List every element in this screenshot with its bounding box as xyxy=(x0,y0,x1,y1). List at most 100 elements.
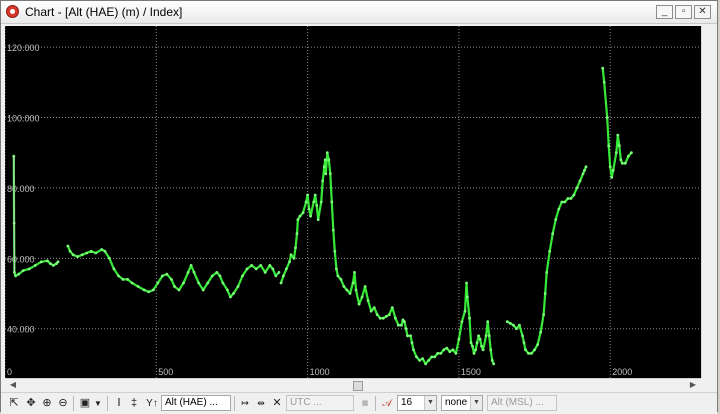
close-button[interactable]: ✕ xyxy=(694,5,711,19)
data-point xyxy=(156,281,160,285)
data-point xyxy=(325,151,329,155)
data-point xyxy=(312,200,316,204)
data-point xyxy=(630,151,633,155)
x-reset-icon[interactable]: ✕ xyxy=(270,396,284,411)
data-point xyxy=(52,264,55,267)
y-series-icon[interactable]: Y↑ xyxy=(143,396,161,411)
horizontal-scrollbar[interactable]: ◀ ▶ xyxy=(5,378,701,391)
data-point xyxy=(415,355,418,359)
data-point xyxy=(601,66,605,70)
data-point xyxy=(121,278,125,281)
data-point xyxy=(351,281,355,285)
symbol-size-selector[interactable]: 16 ▼ xyxy=(397,395,437,411)
data-point xyxy=(607,144,611,148)
data-point xyxy=(279,281,283,285)
data-point xyxy=(130,281,134,285)
data-point xyxy=(94,251,98,255)
line-style-selector[interactable]: none ▼ xyxy=(441,395,483,411)
y-axis-tool-icon[interactable]: Ⅰ xyxy=(113,396,125,411)
data-point xyxy=(245,267,249,271)
data-point xyxy=(487,334,491,338)
data-point xyxy=(226,288,229,292)
chart-plot-area[interactable]: 0 500 1000 1500 2000 40.000 60.000 80.000 100.00… xyxy=(4,26,701,378)
symbol-icon[interactable]: ▦ xyxy=(357,396,373,411)
data-point xyxy=(189,264,193,267)
scroll-right-arrow-icon[interactable]: ▶ xyxy=(687,379,699,390)
x-fit-icon[interactable]: ⇹ xyxy=(254,396,268,411)
x-range-icon[interactable]: ↦ xyxy=(238,396,252,411)
data-point xyxy=(315,204,319,207)
data-point xyxy=(259,264,263,267)
data-point xyxy=(406,334,409,338)
restore-button[interactable]: ▫ xyxy=(675,5,692,19)
data-point xyxy=(418,359,421,362)
data-point xyxy=(433,355,437,359)
data-point xyxy=(363,285,367,288)
data-point xyxy=(294,246,297,250)
data-point xyxy=(345,288,349,292)
scroll-left-arrow-icon[interactable]: ◀ xyxy=(7,379,19,390)
data-point xyxy=(268,264,272,267)
data-point xyxy=(610,176,614,179)
select-tool-icon[interactable]: ⇱ xyxy=(7,396,21,411)
data-point xyxy=(353,271,356,274)
y-tick-label: 120.000 xyxy=(7,43,40,53)
minimize-button[interactable]: _ xyxy=(656,5,673,19)
data-point xyxy=(285,267,288,271)
data-point xyxy=(333,249,337,253)
font-style-icon[interactable]: 𝒜 xyxy=(379,396,395,411)
data-point xyxy=(569,197,573,200)
data-point xyxy=(323,158,327,162)
data-point xyxy=(271,267,275,271)
data-point xyxy=(39,260,43,264)
data-point xyxy=(108,256,111,260)
time-format-selector[interactable]: UTC ... xyxy=(286,395,354,411)
app-icon xyxy=(6,5,19,18)
data-point xyxy=(165,272,169,276)
zoom-out-icon[interactable]: ⊖ xyxy=(56,396,70,411)
data-point xyxy=(448,350,452,353)
window-title: Chart - [Alt (HAE) (m) / Index] xyxy=(25,5,183,19)
data-point xyxy=(611,168,615,172)
data-point xyxy=(288,260,291,264)
data-point xyxy=(486,320,490,324)
data-point xyxy=(186,271,190,274)
pan-icon[interactable]: ✥ xyxy=(24,396,38,411)
data-point xyxy=(542,313,545,316)
data-point xyxy=(14,274,17,278)
y-adjust-icon[interactable]: ‡ xyxy=(128,396,140,411)
data-point xyxy=(616,133,620,137)
data-point xyxy=(620,161,624,165)
series-line xyxy=(66,245,280,299)
title-bar[interactable]: Chart - [Alt (HAE) (m) / Index] _ ▫ ✕ xyxy=(1,1,717,24)
data-point xyxy=(112,267,116,271)
vertical-scrollbar[interactable] xyxy=(701,26,715,378)
y-series-selector[interactable]: Alt (HAE) ... xyxy=(161,395,231,411)
data-point xyxy=(421,357,424,360)
data-point xyxy=(390,306,394,309)
data-point xyxy=(319,200,323,204)
zoom-in-icon[interactable]: ⊕ xyxy=(40,396,54,411)
scroll-thumb[interactable] xyxy=(353,381,363,391)
data-point xyxy=(277,271,281,274)
data-point xyxy=(439,352,443,355)
data-point xyxy=(466,295,469,299)
data-point xyxy=(430,355,434,359)
data-point xyxy=(49,262,52,265)
data-point xyxy=(584,165,588,169)
chart-svg: 0 500 1000 1500 2000 40.000 60.000 80.000 100.00… xyxy=(4,26,701,378)
data-point xyxy=(357,302,361,306)
data-point xyxy=(330,200,334,204)
y-tick-label: 100.000 xyxy=(7,114,40,124)
settings-dropdown-icon[interactable]: ▼ xyxy=(93,396,103,411)
data-point xyxy=(477,334,480,338)
settings-icon[interactable]: ▣ xyxy=(78,396,92,411)
data-point xyxy=(445,346,449,350)
data-point xyxy=(492,362,496,366)
x-tick-label: 2000 xyxy=(612,367,632,377)
data-point xyxy=(147,290,151,294)
data-point xyxy=(316,218,320,222)
data-point xyxy=(56,260,60,264)
y2-series-selector[interactable]: Alt (MSL) ... xyxy=(487,395,557,411)
data-point xyxy=(474,348,477,352)
